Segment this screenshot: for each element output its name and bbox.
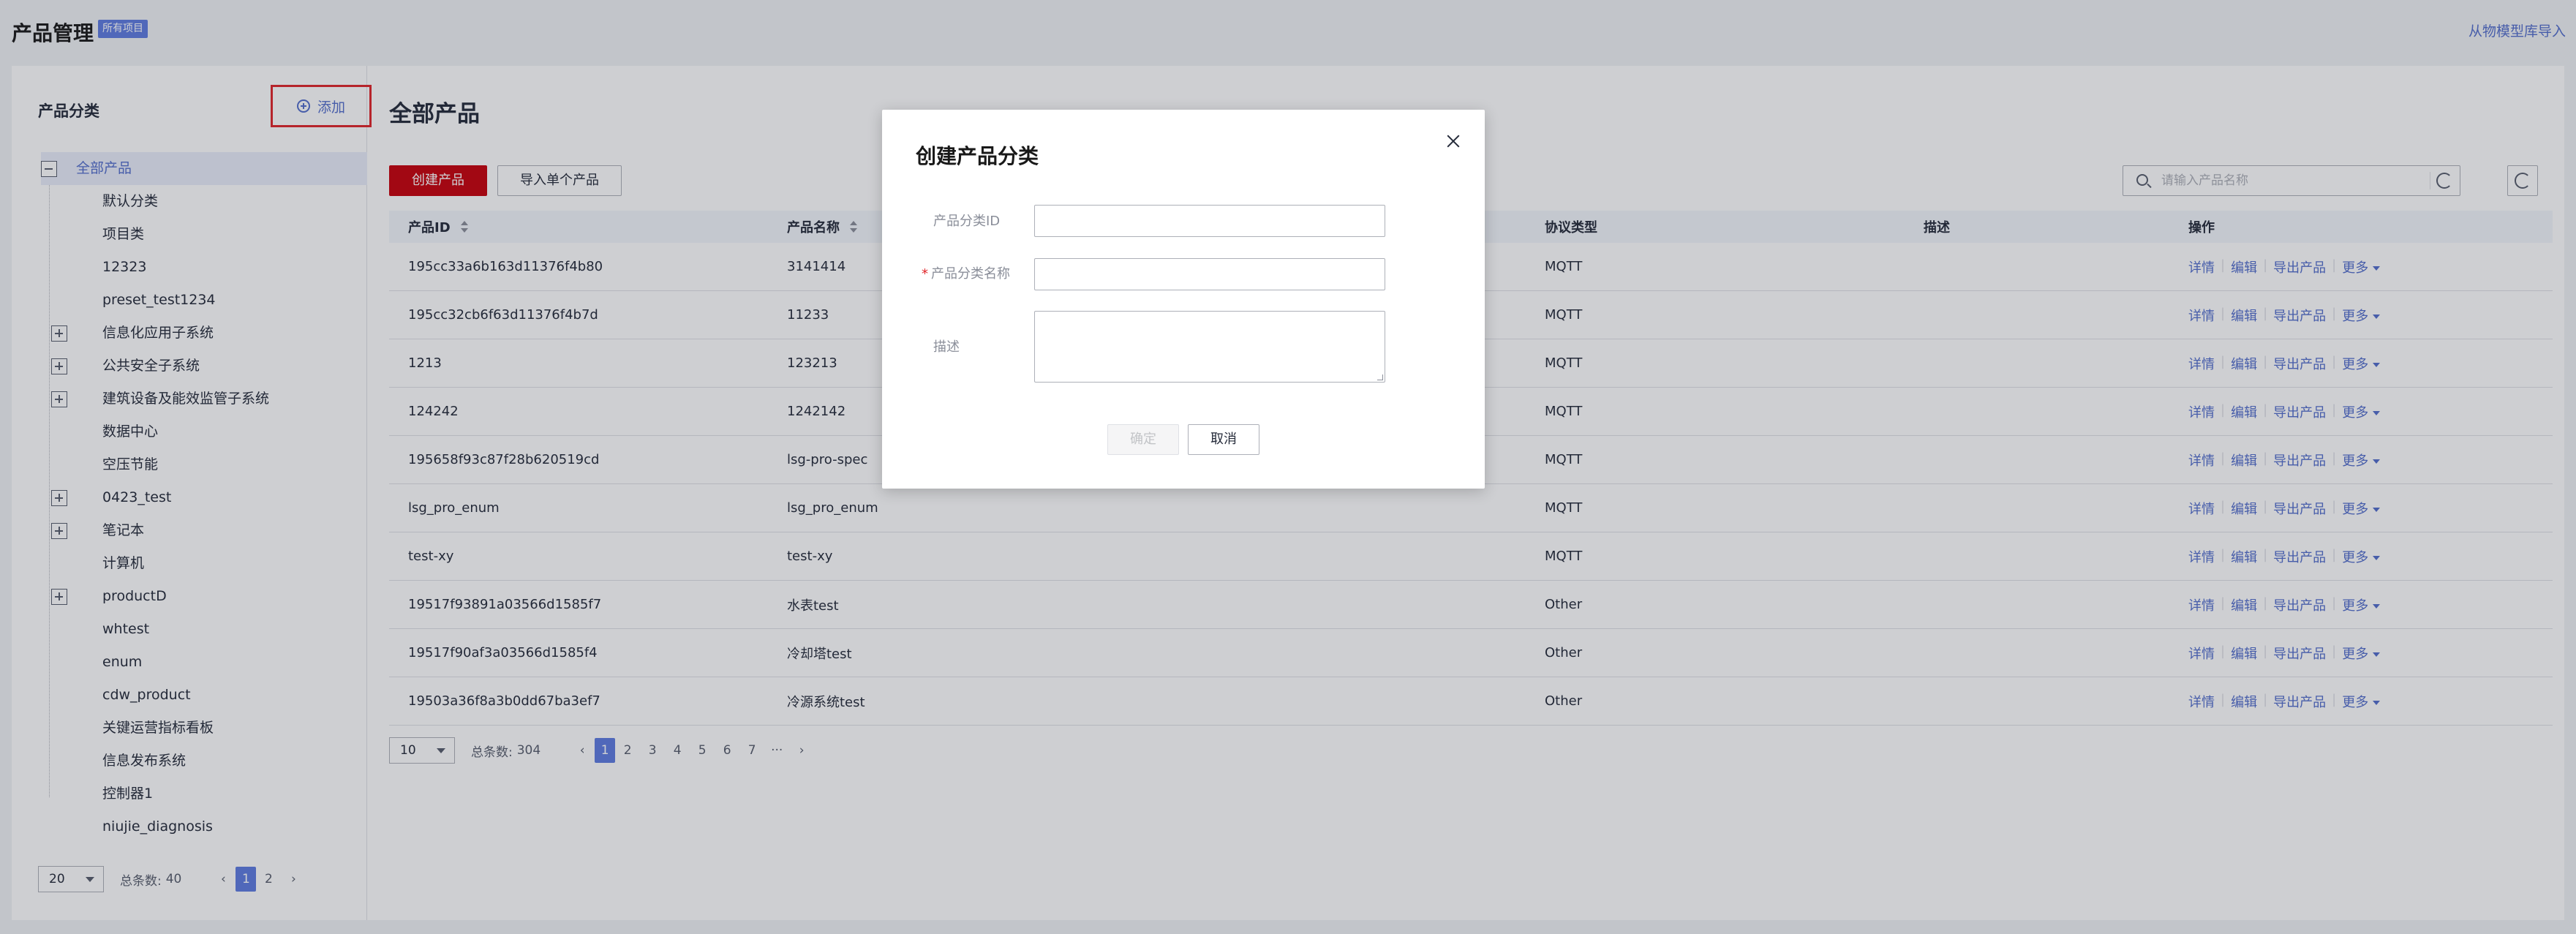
field-desc-label: 描述: [933, 339, 960, 355]
dialog-title: 创建产品分类: [916, 144, 1039, 168]
confirm-button[interactable]: 确定: [1107, 424, 1179, 455]
field-id-label: 产品分类ID: [933, 214, 1001, 229]
close-icon[interactable]: [1444, 132, 1463, 151]
description-textarea[interactable]: [1034, 311, 1385, 383]
category-id-input[interactable]: [1034, 205, 1385, 237]
resize-grip-icon[interactable]: [1377, 374, 1383, 380]
required-mark: *: [922, 266, 928, 282]
create-category-dialog: 创建产品分类 产品分类ID * 产品分类名称 描述 确定 取消: [882, 110, 1485, 489]
field-name-label: * 产品分类名称: [922, 266, 1010, 282]
cancel-button[interactable]: 取消: [1188, 424, 1259, 455]
category-name-input[interactable]: [1034, 258, 1385, 290]
